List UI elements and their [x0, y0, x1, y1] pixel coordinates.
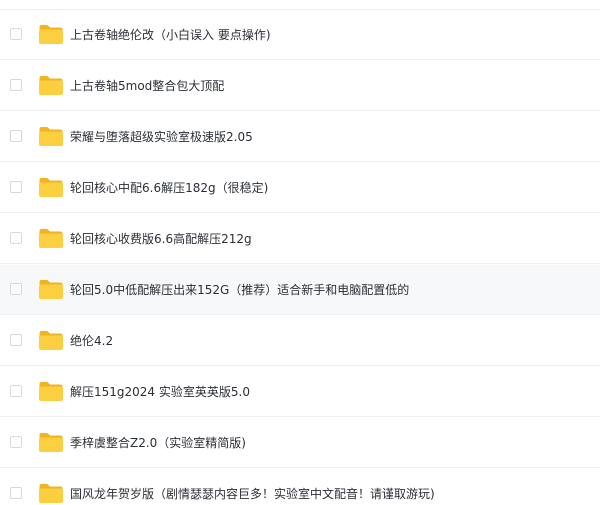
list-item[interactable]: 上古卷轴5mod整合包大顶配 [0, 61, 600, 111]
folder-icon [39, 484, 63, 503]
folder-name[interactable]: 解压151g2024 实验室英英版5.0 [70, 383, 250, 401]
list-item[interactable]: 国风龙年贺岁版（剧情瑟瑟内容巨多！实验室中文配音！请谨取游玩) [0, 469, 600, 505]
folder-name[interactable]: 上古卷轴绝伦改（小白误入 要点操作) [70, 26, 271, 44]
folder-icon [39, 178, 63, 197]
list-item[interactable]: 荣耀与堕落超级实验室极速版2.05 [0, 112, 600, 162]
folder-icon [39, 433, 63, 452]
row-checkbox[interactable] [10, 283, 22, 295]
list-item[interactable]: 季梓虞整合Z2.0（实验室精简版) [0, 418, 600, 468]
list-item[interactable]: 轮回5.0中低配解压出来152G（推荐）适合新手和电脑配置低的 [0, 265, 600, 315]
file-list: 上古卷轴绝伦改（小白误入 要点操作) 上古卷轴5mod整合包大顶配 荣耀与堕落超… [0, 0, 600, 505]
folder-icon [39, 382, 63, 401]
folder-icon [39, 127, 63, 146]
row-checkbox[interactable] [10, 232, 22, 244]
list-item[interactable]: 上古卷轴绝伦改（小白误入 要点操作) [0, 10, 600, 60]
folder-name[interactable]: 绝伦4.2 [70, 332, 113, 350]
list-item[interactable]: 解压151g2024 实验室英英版5.0 [0, 367, 600, 417]
row-checkbox[interactable] [10, 130, 22, 142]
folder-icon [39, 25, 63, 44]
list-item[interactable]: 轮回核心中配6.6解压182g（很稳定) [0, 163, 600, 213]
folder-icon [39, 280, 63, 299]
folder-name[interactable]: 轮回核心中配6.6解压182g（很稳定) [70, 179, 268, 197]
folder-name[interactable]: 轮回5.0中低配解压出来152G（推荐）适合新手和电脑配置低的 [70, 281, 409, 299]
row-checkbox[interactable] [10, 334, 22, 346]
folder-icon [39, 331, 63, 350]
folder-name[interactable]: 轮回核心收费版6.6高配解压212g [70, 230, 252, 248]
row-checkbox[interactable] [10, 385, 22, 397]
row-checkbox[interactable] [10, 28, 22, 40]
row-checkbox[interactable] [10, 181, 22, 193]
row-checkbox[interactable] [10, 79, 22, 91]
row-checkbox[interactable] [10, 487, 22, 499]
folder-name[interactable]: 季梓虞整合Z2.0（实验室精简版) [70, 434, 246, 452]
folder-icon [39, 229, 63, 248]
row-checkbox[interactable] [10, 436, 22, 448]
folder-name[interactable]: 国风龙年贺岁版（剧情瑟瑟内容巨多！实验室中文配音！请谨取游玩) [70, 485, 435, 503]
list-item[interactable]: 轮回核心收费版6.6高配解压212g [0, 214, 600, 264]
list-item[interactable]: 绝伦4.2 [0, 316, 600, 366]
folder-name[interactable]: 荣耀与堕落超级实验室极速版2.05 [70, 128, 253, 146]
folder-icon [39, 76, 63, 95]
folder-name[interactable]: 上古卷轴5mod整合包大顶配 [70, 77, 224, 95]
